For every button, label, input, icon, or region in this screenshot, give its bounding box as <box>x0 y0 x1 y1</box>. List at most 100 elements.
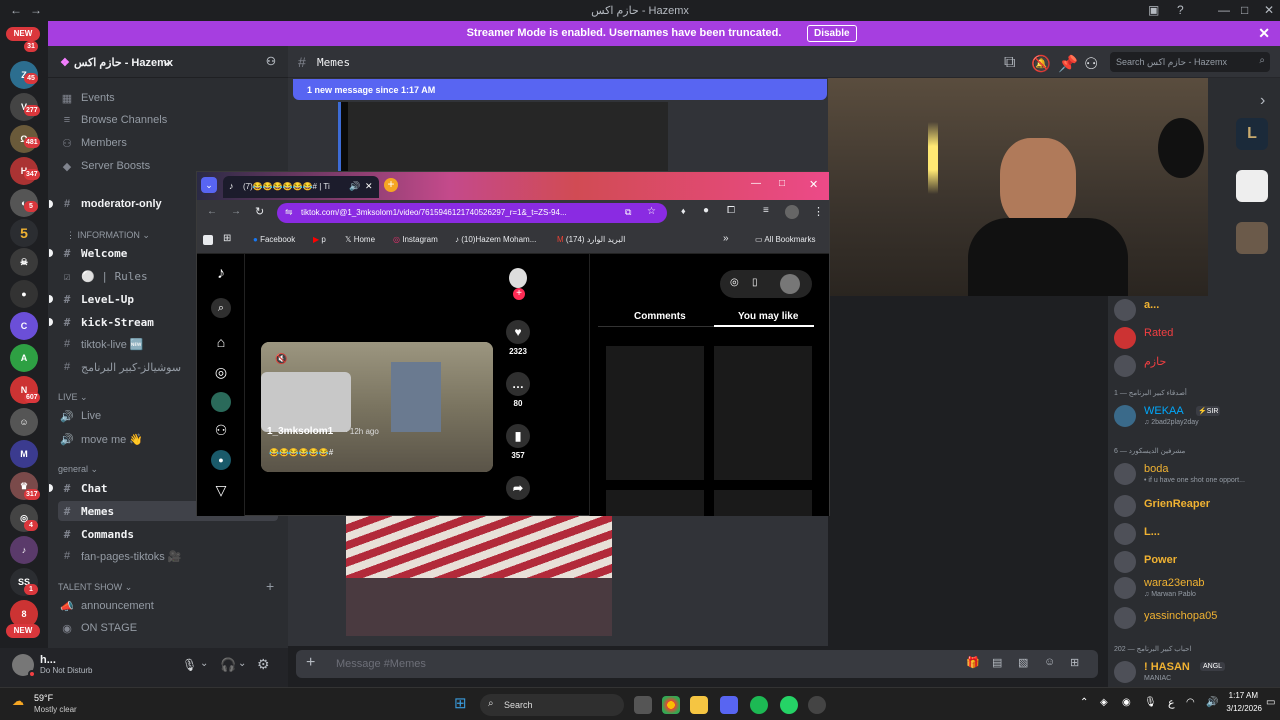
discord-icon[interactable] <box>720 696 738 714</box>
channel-announcement[interactable]: 📣 announcement <box>58 596 278 616</box>
channel-fan-pages[interactable]: # fan-pages-tiktoks 🎥 <box>58 546 278 566</box>
tab-comments[interactable]: Comments <box>634 311 686 322</box>
sidebar-item-browse-channels[interactable]: ≡ Browse Channels <box>58 110 278 130</box>
site-info-icon[interactable]: ⇋ <box>285 207 293 218</box>
extension-icon[interactable]: ● <box>703 205 709 216</box>
app-icon[interactable] <box>1236 222 1268 254</box>
comment-button[interactable]: … 80 <box>502 372 534 408</box>
live-icon[interactable]: ● <box>211 450 231 470</box>
notifications-icon[interactable]: ▭ <box>1266 697 1275 708</box>
member-item[interactable]: Rated <box>1114 324 1280 350</box>
profile-avatar[interactable] <box>785 205 799 219</box>
server-icon[interactable]: ☠ <box>10 248 38 276</box>
wifi-icon[interactable]: ◠ <box>1186 697 1195 708</box>
close-button[interactable]: ✕ <box>809 178 818 191</box>
message-attachment[interactable] <box>346 516 612 578</box>
message-attachment[interactable] <box>346 578 612 636</box>
volume-icon[interactable]: 🔊 <box>1206 697 1218 708</box>
server-icon[interactable]: A <box>10 344 38 372</box>
tab-close-icon[interactable]: ✕ <box>365 181 373 192</box>
tray-icon[interactable]: ◉ <box>1122 697 1131 708</box>
bookmark-gmail[interactable]: M (174) البريد الوارد <box>557 235 625 244</box>
channel-commands[interactable]: # Commands <box>58 524 278 544</box>
gear-icon[interactable]: ⚙ <box>257 656 270 673</box>
compass-icon[interactable]: ◎ <box>730 277 739 288</box>
member-item[interactable]: boda • if u have one shot one opport... <box>1114 460 1280 486</box>
disable-button[interactable]: Disable <box>807 25 857 42</box>
bookmark-home[interactable]: 𝕏 Home <box>345 235 375 244</box>
add-attachment-icon[interactable]: + <box>306 654 315 672</box>
more-bookmarks-icon[interactable]: » <box>723 233 729 244</box>
member-item[interactable]: a... <box>1114 296 1280 322</box>
windows-start-icon[interactable]: ⊞ <box>454 694 467 712</box>
media-control-icon[interactable]: ≡ <box>763 205 769 216</box>
server-icon[interactable]: ♪ <box>10 536 38 564</box>
chevron-down-icon[interactable]: ⌄ <box>238 658 246 669</box>
suggested-video-thumbnail[interactable] <box>606 346 704 480</box>
member-item[interactable]: WEKAA ⚡SIR ♫ 2bad2play2day <box>1114 402 1280 428</box>
microphone-icon[interactable]: 🎙 <box>182 658 197 672</box>
browser-tab[interactable]: ♪ (7)😂😂😂😂😂😂# | Ti 🔊 ✕ <box>223 176 379 198</box>
taskbar-search[interactable]: ⌕ Search <box>480 694 624 716</box>
server-icon[interactable]: 5 <box>10 219 38 247</box>
file-explorer-icon[interactable] <box>690 696 708 714</box>
bookmark-icon[interactable] <box>203 235 213 245</box>
category-live[interactable]: LIVE ⌄ <box>58 392 88 403</box>
new-messages-bar[interactable]: 1 new message since 1:17 AM <box>293 79 827 100</box>
tab-you-may-like[interactable]: You may like <box>738 311 798 322</box>
task-view-icon[interactable] <box>634 696 652 714</box>
server-icon[interactable]: ☺ <box>10 408 38 436</box>
close-icon[interactable]: ✕ <box>1258 25 1270 42</box>
inbox-icon[interactable]: ▣ <box>1148 3 1159 17</box>
tiktok-video-player[interactable]: 🔇 1_3mksolom1 · 12h ago 😂😂😂😂😂😂# <box>261 342 493 472</box>
home-icon[interactable]: ⌂ <box>211 332 231 352</box>
server-icon[interactable]: M <box>10 440 38 468</box>
mute-icon[interactable]: 🔇 <box>275 354 287 365</box>
chevron-right-icon[interactable]: › <box>1260 92 1265 110</box>
save-button[interactable]: ▮ 357 <box>502 424 534 460</box>
tab-search-icon[interactable]: ⌄ <box>201 177 217 193</box>
clock-time[interactable]: 1:17 AM <box>1226 691 1258 700</box>
suggested-video-thumbnail[interactable] <box>606 490 704 516</box>
tiktok-logo-icon[interactable]: ♪ <box>211 264 231 284</box>
tab-audio-icon[interactable]: 🔊 <box>349 181 360 192</box>
app-icon[interactable] <box>1236 170 1268 202</box>
member-item[interactable]: wara23enab ♫ Marwan Pablo <box>1114 574 1280 600</box>
member-item[interactable]: GrienReaper <box>1114 492 1280 518</box>
app-icon[interactable] <box>808 696 826 714</box>
friends-icon[interactable]: ⚇ <box>211 420 231 440</box>
address-bar[interactable]: ⇋ tiktok.com/@1_3mksolom1/video/76159461… <box>277 203 667 223</box>
minimize-button[interactable]: — <box>1218 3 1230 17</box>
member-item[interactable]: حازم <box>1114 352 1280 378</box>
league-icon[interactable]: L <box>1236 118 1268 150</box>
category-general[interactable]: general ⌄ <box>58 464 98 475</box>
member-item[interactable]: L... <box>1114 520 1280 546</box>
server-icon[interactable]: ● <box>10 280 38 308</box>
like-button[interactable]: ♥ 2323 <box>502 320 534 356</box>
maximize-button[interactable]: □ <box>1241 3 1248 17</box>
device-icon[interactable]: ▯ <box>752 277 758 288</box>
forward-arrow-icon[interactable]: → <box>231 206 241 217</box>
message-composer[interactable]: + Message #Memes 🎁 ▤ ▧ ☺ ⊞ <box>296 650 1098 678</box>
emoji-icon[interactable]: ☺ <box>1044 656 1055 668</box>
new-tab-button[interactable]: + <box>384 178 398 192</box>
language-indicator[interactable]: ع <box>1168 696 1175 709</box>
bookmark-star-icon[interactable]: ☆ <box>647 206 656 217</box>
help-icon[interactable]: ? <box>1177 3 1184 17</box>
sticker-icon[interactable]: ▧ <box>1018 656 1028 669</box>
suggested-video-thumbnail[interactable] <box>714 490 812 516</box>
following-avatar-icon[interactable] <box>211 392 231 412</box>
explore-icon[interactable]: ◎ <box>211 362 231 382</box>
member-list-icon[interactable]: ⚇ <box>1084 54 1098 74</box>
spotify-icon[interactable] <box>750 696 768 714</box>
extension-icon[interactable]: ♦ <box>681 206 686 216</box>
follow-plus-icon[interactable]: + <box>513 288 525 300</box>
add-channel-icon[interactable]: + <box>266 578 274 594</box>
sidebar-item-events[interactable]: ▦ Events <box>58 88 278 108</box>
bookmark-tiktok[interactable]: ♪ (10)Hazem Moham... <box>455 235 536 244</box>
category-information[interactable]: ⋮ Information ⌄ <box>66 230 150 241</box>
share-button[interactable]: ➦ <box>502 476 534 503</box>
maximize-button[interactable]: □ <box>779 178 785 189</box>
microphone-icon[interactable]: 🎙 <box>1144 697 1157 708</box>
stage-channel-on-stage[interactable]: ◉ ON STAGE <box>58 618 278 638</box>
